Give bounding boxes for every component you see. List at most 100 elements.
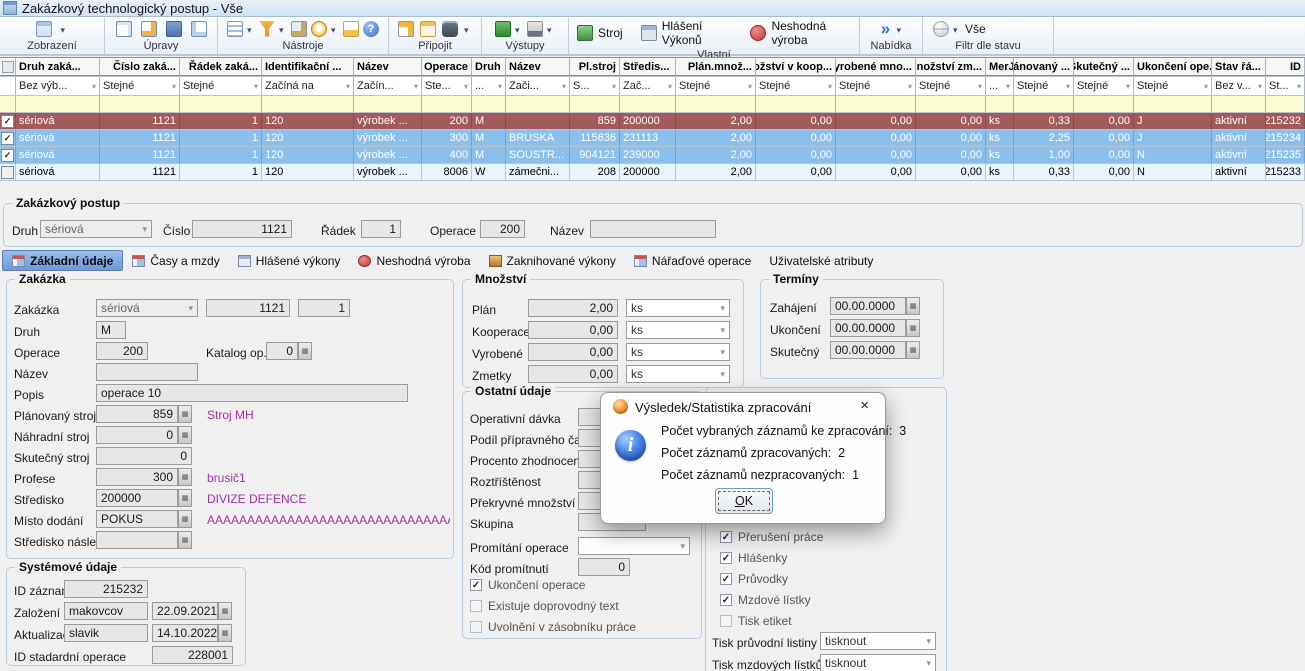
- filter-chevron-icon[interactable]: ▾: [668, 82, 672, 91]
- grid-column-header[interactable]: Středis...: [620, 58, 676, 76]
- grid-column-header[interactable]: Číslo zaká...: [100, 58, 180, 76]
- plan-field[interactable]: 2,00: [528, 299, 618, 317]
- skutecny-stroj-field[interactable]: 0: [96, 447, 192, 465]
- filter-chevron-icon[interactable]: ▾: [1258, 82, 1262, 91]
- grid-column-header[interactable]: Název: [506, 58, 570, 76]
- grid-filter-cell[interactable]: Bez výb...▾: [16, 77, 100, 95]
- grid-filter-cell[interactable]: Stejné▾: [1014, 77, 1074, 95]
- grid-filter-cell[interactable]: ...▾: [472, 77, 506, 95]
- tisk-etiket-checkbox[interactable]: [720, 615, 732, 627]
- stredisko-nasled-lookup-button[interactable]: [178, 531, 192, 549]
- tisk-etiket-check-row[interactable]: Tisk etiket: [720, 614, 792, 628]
- filter-chevron-icon[interactable]: ▾: [1297, 82, 1301, 91]
- help-icon[interactable]: [363, 21, 379, 37]
- grid-filter-cell[interactable]: Stejné▾: [756, 77, 836, 95]
- grid-column-header[interactable]: Skutečný ...: [1074, 58, 1134, 76]
- mzdove-listky-checkbox[interactable]: [720, 594, 732, 606]
- katalog-field[interactable]: 0: [266, 342, 298, 360]
- katalog-lookup-button[interactable]: [298, 342, 312, 360]
- row-checkbox-cell[interactable]: [0, 147, 16, 163]
- druh-field[interactable]: M: [96, 321, 126, 339]
- table-tools-icon[interactable]: [227, 21, 243, 37]
- grid-filter-cell[interactable]: Stejné▾: [836, 77, 916, 95]
- copy-record-icon[interactable]: [191, 21, 207, 37]
- nahradni-stroj-field[interactable]: 0: [96, 426, 178, 444]
- filter-chevron-icon[interactable]: ▾: [748, 82, 752, 91]
- filter-chevron-icon[interactable]: ▾: [612, 82, 616, 91]
- planovany-stroj-lookup-button[interactable]: [178, 405, 192, 423]
- status-filter-icon[interactable]: [933, 21, 949, 37]
- chevron-down-icon[interactable]: [61, 22, 69, 36]
- chevron-down-icon[interactable]: [547, 22, 555, 36]
- delete-record-icon[interactable]: [166, 21, 182, 37]
- vyrobene-unit-select[interactable]: ks▾: [626, 343, 730, 361]
- skutecny-termin-calendar-button[interactable]: [906, 341, 920, 359]
- filter-chevron-icon[interactable]: ▾: [562, 82, 566, 91]
- row-checkbox[interactable]: [1, 166, 14, 179]
- nahradni-stroj-lookup-button[interactable]: [178, 426, 192, 444]
- zalozeni-user-field[interactable]: makovcov: [64, 602, 148, 620]
- grid-filter-cell[interactable]: Stejné▾: [1134, 77, 1212, 95]
- doprovodny-text-checkbox[interactable]: [470, 600, 482, 612]
- hlasenky-check-row[interactable]: Hlášenky: [720, 551, 787, 565]
- filter-chevron-icon[interactable]: ▾: [414, 82, 418, 91]
- chart-icon[interactable]: [343, 21, 359, 37]
- row-checkbox-cell[interactable]: [0, 164, 16, 180]
- filter-chevron-icon[interactable]: ▾: [498, 82, 502, 91]
- grid-column-header[interactable]: Vyrobené mno...: [836, 58, 916, 76]
- chevron-down-icon[interactable]: [279, 22, 287, 36]
- pruvodky-check-row[interactable]: Průvodky: [720, 572, 788, 586]
- media-icon[interactable]: [442, 21, 458, 37]
- filter-chevron-icon[interactable]: ▾: [1126, 82, 1130, 91]
- grid-filter-cell[interactable]: Ste...▾: [422, 77, 472, 95]
- zmetky-field[interactable]: 0,00: [528, 365, 618, 383]
- ukonceni-field[interactable]: 00.00.0000: [830, 319, 906, 337]
- view-icon[interactable]: [36, 21, 52, 37]
- grid-filter-cell[interactable]: Zači...▾: [506, 77, 570, 95]
- aktualizace-user-field[interactable]: slavik: [64, 624, 148, 642]
- menu-arrows-icon[interactable]: [878, 21, 894, 37]
- filter-chevron-icon[interactable]: ▾: [172, 82, 176, 91]
- tisk-pruvodni-select[interactable]: tisknout▾: [820, 632, 936, 650]
- grid-column-header[interactable]: Druh zaká...: [16, 58, 100, 76]
- grid-filter-cell[interactable]: Stejné▾: [916, 77, 986, 95]
- tab-zaknihovane-vykony[interactable]: Zaknihované výkony: [480, 250, 625, 271]
- grid-filter-cell[interactable]: Zač...▾: [620, 77, 676, 95]
- select-all-checkbox[interactable]: [2, 61, 14, 73]
- tab-casy-a-mzdy[interactable]: Časy a mzdy: [123, 250, 228, 271]
- grid-filter-cell[interactable]: St...▾: [1266, 77, 1305, 95]
- zakazka-radek-field[interactable]: 1: [298, 299, 350, 317]
- stredisko-field[interactable]: 200000: [96, 489, 178, 507]
- filter-chevron-icon[interactable]: ▾: [464, 82, 468, 91]
- promitani-select[interactable]: ▾: [578, 537, 690, 555]
- grid-column-header[interactable]: Název: [354, 58, 422, 76]
- grid-row[interactable]: sériová11211120výrobek ...300MBRUSKA1156…: [0, 130, 1305, 147]
- grid-column-header[interactable]: ID: [1266, 58, 1305, 76]
- new-record-icon[interactable]: [116, 21, 132, 37]
- kod-promitnuti-field[interactable]: 0: [578, 558, 630, 576]
- aktualizace-date-field[interactable]: 14.10.2022: [152, 624, 218, 642]
- tab-neshodna-vyroba[interactable]: Neshodná výroba: [349, 250, 479, 271]
- mzdove-listky-check-row[interactable]: Mzdové lístky: [720, 593, 811, 607]
- clock-icon[interactable]: [311, 21, 327, 37]
- hlasenky-checkbox[interactable]: [720, 552, 732, 564]
- operace-field[interactable]: 200: [96, 342, 148, 360]
- grid-filter-cell[interactable]: S...▾: [570, 77, 620, 95]
- filter-chevron-icon[interactable]: ▾: [1006, 82, 1010, 91]
- pages-icon[interactable]: [291, 21, 307, 37]
- filter-chevron-icon[interactable]: ▾: [92, 82, 96, 91]
- grid-column-header[interactable]: Pl.stroj: [570, 58, 620, 76]
- grid-column-header[interactable]: Ukončení ope...: [1134, 58, 1212, 76]
- chevron-down-icon[interactable]: [247, 22, 255, 36]
- aktualizace-calendar-button[interactable]: [218, 624, 232, 642]
- zahajeni-field[interactable]: 00.00.0000: [830, 297, 906, 315]
- grid-filter-cell[interactable]: Začíná na▾: [262, 77, 354, 95]
- tab-uzivatelske-atributy[interactable]: Uživatelské atributy: [760, 250, 882, 271]
- uvolneni-checkbox-row[interactable]: Uvolnění v zásobníku práce: [470, 620, 636, 634]
- stroj-button[interactable]: Stroj: [573, 23, 627, 43]
- preruseni-prace-check-row[interactable]: Přerušení práce: [720, 530, 823, 544]
- grid-row[interactable]: sériová11211120výrobek ...8006Wzámečni..…: [0, 164, 1305, 181]
- kooperace-field[interactable]: 0,00: [528, 321, 618, 339]
- tab-zakladni-udaje[interactable]: Základní údaje: [2, 250, 123, 271]
- tab-naradove-operace[interactable]: Nářaďové operace: [625, 250, 760, 271]
